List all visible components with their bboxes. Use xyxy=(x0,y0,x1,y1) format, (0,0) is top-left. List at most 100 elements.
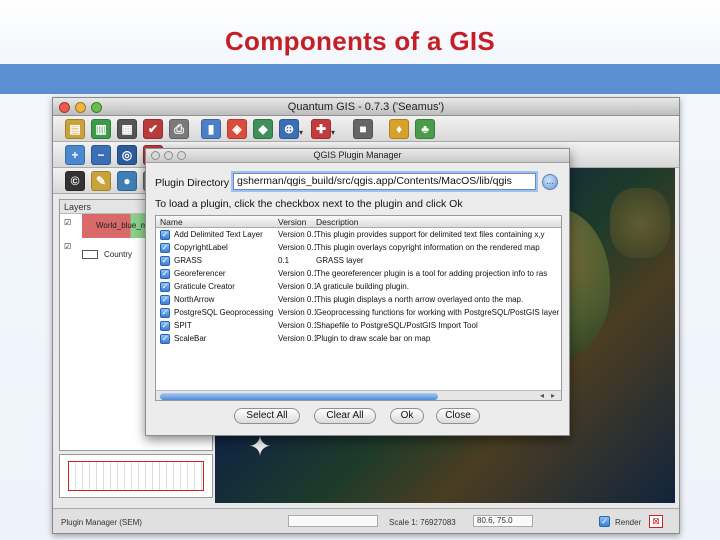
plugin-name: CopyrightLabel xyxy=(174,243,228,252)
window-title: Quantum GIS - 0.7.3 ('Seamus') xyxy=(287,101,445,113)
dialog-titlebar: QGIS Plugin Manager xyxy=(146,149,569,163)
plugin-version: Version 0.1 xyxy=(278,230,316,239)
north-arrow-icon[interactable]: ✎ xyxy=(91,171,111,191)
scroll-left-icon[interactable]: ◂ xyxy=(540,391,544,400)
projection-icon[interactable]: ⊠ xyxy=(649,515,663,528)
plugin-name: Graticule Creator xyxy=(174,282,235,291)
plugin-description: This plugin displays a north arrow overl… xyxy=(316,295,524,304)
plugin-row[interactable]: ✓ CopyrightLabel Version 0.1 This plugin… xyxy=(156,242,561,254)
plugin-row[interactable]: ✓ GRASS 0.1 GRASS layer xyxy=(156,255,561,267)
status-bar: Plugin Manager (SEM) Scale 1: 76927083 8… xyxy=(53,508,679,533)
layer-name[interactable]: Country xyxy=(104,250,132,259)
plugin-description: This plugin provides support for delimit… xyxy=(316,230,545,239)
plugin-description: Plugin to draw scale bar on map xyxy=(316,334,431,343)
plugin-checkbox[interactable]: ✓ xyxy=(160,308,170,318)
column-header-version[interactable]: Version xyxy=(278,217,306,227)
plugin-checkbox[interactable]: ✓ xyxy=(160,321,170,331)
plugin-row[interactable]: ✓ PostgreSQL Geoprocessing Version 0.1 G… xyxy=(156,307,561,319)
dropdown-arrow-icon[interactable]: ▾ xyxy=(299,128,307,137)
scrollbar-thumb[interactable] xyxy=(160,393,438,400)
plugin-row[interactable]: ✓ Add Delimited Text Layer Version 0.1 T… xyxy=(156,229,561,241)
plugin-checkbox[interactable]: ✓ xyxy=(160,230,170,240)
window-titlebar: Quantum GIS - 0.7.3 ('Seamus') xyxy=(53,98,679,116)
coords-display: 80.6, 75.0 xyxy=(473,515,533,527)
slide-header-band xyxy=(0,64,720,94)
horizontal-scrollbar[interactable]: ◂ ▸ xyxy=(156,390,561,400)
add-raster-layer-icon[interactable]: ◈ xyxy=(227,119,247,139)
plugin-name: NorthArrow xyxy=(174,295,215,304)
plugin-checkbox[interactable]: ✓ xyxy=(160,282,170,292)
plugin-checkbox[interactable]: ✓ xyxy=(160,243,170,253)
overview-extent xyxy=(68,461,204,491)
checkbox-icon[interactable]: ☑ xyxy=(64,242,71,251)
plugin-description: GRASS layer xyxy=(316,256,364,265)
identify-icon[interactable]: ✚ xyxy=(311,119,331,139)
plugin-version: Version 0.1 xyxy=(278,243,316,252)
browse-directory-button[interactable]: … xyxy=(542,174,558,190)
plugin-list: Name Version Description ✓ Add Delimited… xyxy=(155,215,562,401)
globe-icon[interactable]: ● xyxy=(117,171,137,191)
layer-name[interactable]: World_blue_m xyxy=(96,221,147,230)
plugin-directory-label: Plugin Directory xyxy=(155,177,230,189)
plugin-checkbox[interactable]: ✓ xyxy=(160,334,170,344)
plugin-name: GRASS xyxy=(174,256,203,265)
zoom-out-icon[interactable]: − xyxy=(91,145,111,165)
render-checkbox[interactable]: ✓ xyxy=(599,516,610,527)
plugin-version: Version 0.1 xyxy=(278,334,316,343)
copyright-icon[interactable]: © xyxy=(65,171,85,191)
select-all-button[interactable]: Select All xyxy=(234,408,300,424)
plugin-checkbox[interactable]: ✓ xyxy=(160,269,170,279)
plugin-icon-2[interactable]: ♣ xyxy=(415,119,435,139)
polygon-symbol-icon xyxy=(82,250,98,259)
open-project-icon[interactable]: ▥ xyxy=(91,119,111,139)
clear-all-button[interactable]: Clear All xyxy=(314,408,376,424)
dropdown-arrow-icon[interactable]: ▾ xyxy=(331,128,339,137)
plugin-description: Shapefile to PostgreSQL/PostGIS Import T… xyxy=(316,321,478,330)
plugin-name: Add Delimited Text Layer xyxy=(174,230,263,239)
plugin-description: Geoprocessing functions for working with… xyxy=(316,308,560,317)
ok-button[interactable]: Ok xyxy=(390,408,424,424)
slide-title: Components of a GIS xyxy=(224,26,496,56)
column-header-name[interactable]: Name xyxy=(160,217,183,227)
new-project-icon[interactable]: ▤ xyxy=(65,119,85,139)
plugin-row[interactable]: ✓ SPIT Version 0.1 Shapefile to PostgreS… xyxy=(156,320,561,332)
plugin-row[interactable]: ✓ Georeferencer Version 0.1 The georefer… xyxy=(156,268,561,280)
save-project-icon[interactable]: ▦ xyxy=(117,119,137,139)
render-label: Render xyxy=(615,518,642,527)
close-button[interactable]: Close xyxy=(436,408,480,424)
zoom-full-icon[interactable]: ⊕ xyxy=(279,119,299,139)
plugin-row[interactable]: ✓ ScaleBar Version 0.1 Plugin to draw sc… xyxy=(156,333,561,345)
plugin-version: Version 0.1 xyxy=(278,282,316,291)
capture-icon[interactable]: ■ xyxy=(353,119,373,139)
add-postgis-layer-icon[interactable]: ◆ xyxy=(253,119,273,139)
plugin-version: 0.1 xyxy=(278,256,290,265)
plugin-version: Version 0.1 xyxy=(278,269,316,278)
column-header-description[interactable]: Description xyxy=(316,217,359,227)
zoom-in-icon[interactable]: + xyxy=(65,145,85,165)
dialog-title: QGIS Plugin Manager xyxy=(313,150,402,160)
plugin-description: This plugin overlays copyright informati… xyxy=(316,243,540,252)
plugin-description: The georeferencer plugin is a tool for a… xyxy=(316,269,548,278)
plugin-row[interactable]: ✓ NorthArrow Version 0.1 This plugin dis… xyxy=(156,294,561,306)
plugin-description: A graticule building plugin. xyxy=(316,282,409,291)
print-icon[interactable]: ⎙ xyxy=(169,119,189,139)
plugin-checkbox[interactable]: ✓ xyxy=(160,295,170,305)
plugin-version: Version 0.1 xyxy=(278,295,316,304)
toolbar-main: ▤ ▥ ▦ ✔ ⎙ ▮ ◈ ◆ ⊕ ▾ ✚ ▾ ■ ♦ ♣ xyxy=(53,116,679,142)
plugin-directory-input[interactable]: gsherman/qgis_build/src/qgis.app/Content… xyxy=(233,173,536,190)
plugin-row[interactable]: ✓ Graticule Creator Version 0.1 A gratic… xyxy=(156,281,561,293)
zoom-layer-icon[interactable]: ◎ xyxy=(117,145,137,165)
save-as-icon[interactable]: ✔ xyxy=(143,119,163,139)
plugin-version: Version 0.1 xyxy=(278,321,316,330)
add-vector-layer-icon[interactable]: ▮ xyxy=(201,119,221,139)
plugin-manager-dialog: QGIS Plugin Manager Plugin Directory gsh… xyxy=(145,148,570,436)
status-message: Plugin Manager (SEM) xyxy=(61,518,142,527)
plugin-checkbox[interactable]: ✓ xyxy=(160,256,170,266)
plugin-icon-1[interactable]: ♦ xyxy=(389,119,409,139)
checkbox-icon[interactable]: ☑ xyxy=(64,218,71,227)
scroll-right-icon[interactable]: ▸ xyxy=(551,391,555,400)
plugin-name: Georeferencer xyxy=(174,269,226,278)
plugin-name: ScaleBar xyxy=(174,334,207,343)
overview-map[interactable] xyxy=(59,454,213,498)
progress-bar xyxy=(288,515,378,527)
